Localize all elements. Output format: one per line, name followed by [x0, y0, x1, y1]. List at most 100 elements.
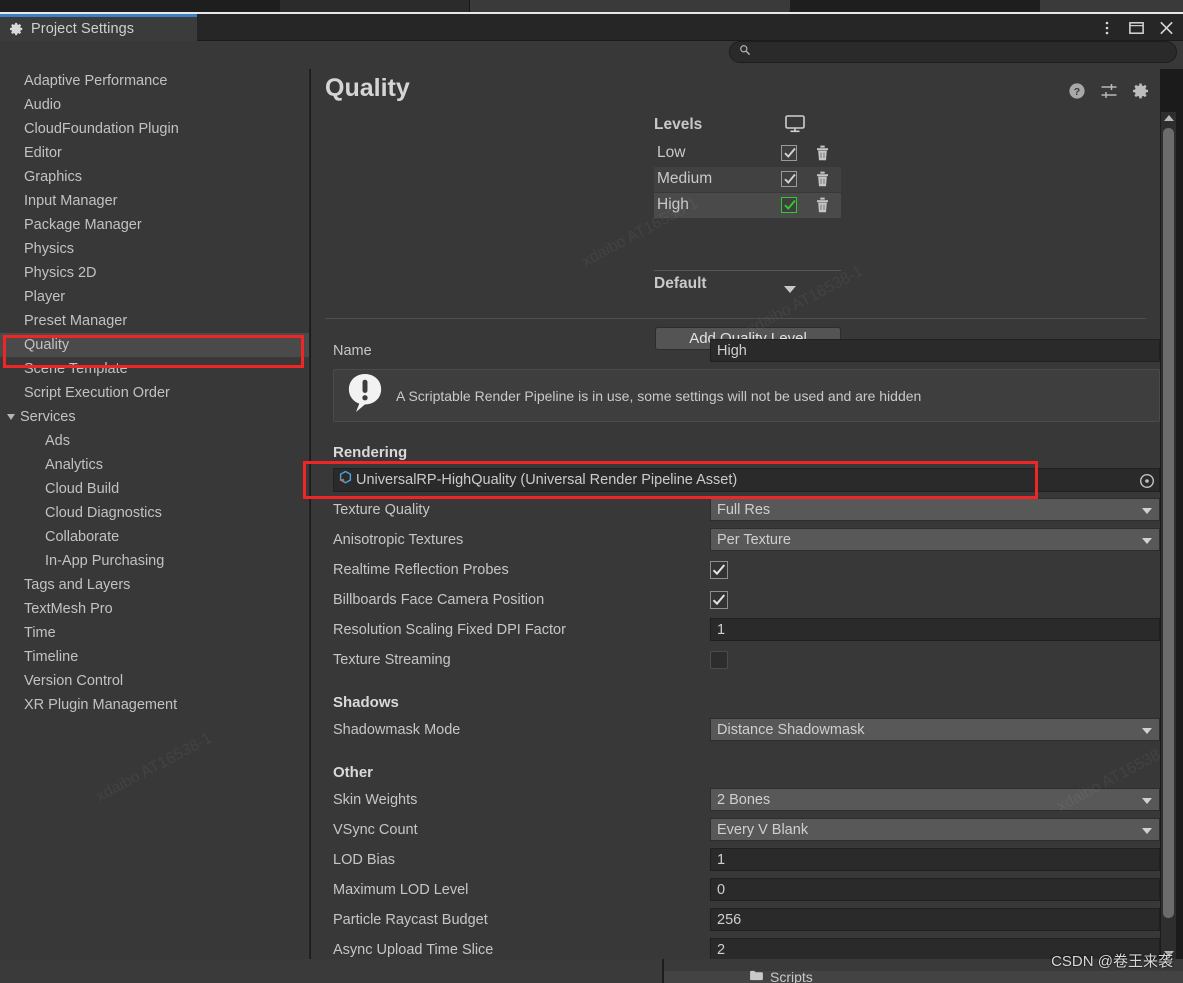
- bottom-left-panel: [0, 959, 663, 983]
- sidebar-item-label: Preset Manager: [24, 313, 128, 329]
- srp-warning-box: A Scriptable Render Pipeline is in use, …: [333, 369, 1160, 422]
- more-options-icon[interactable]: [1098, 19, 1115, 36]
- property-row: Texture Quality Full Res: [311, 498, 1160, 524]
- search-input[interactable]: [751, 45, 1176, 59]
- property-checkbox[interactable]: [710, 651, 728, 669]
- property-checkbox[interactable]: [710, 561, 728, 579]
- name-input[interactable]: High: [710, 339, 1160, 362]
- property-label: LOD Bias: [333, 852, 396, 868]
- section-heading: Other: [333, 764, 374, 781]
- sidebar-item-quality[interactable]: Quality: [0, 333, 309, 357]
- sidebar-item-ads[interactable]: Ads: [0, 429, 309, 453]
- chevron-down-icon[interactable]: [7, 414, 15, 420]
- property-dropdown[interactable]: Every V Blank: [710, 818, 1160, 841]
- object-picker-icon[interactable]: [1138, 472, 1156, 490]
- sidebar-item-physics[interactable]: Physics: [0, 237, 309, 261]
- property-row: Realtime Reflection Probes: [311, 558, 1160, 584]
- sidebar-item-scene-template[interactable]: Scene Template: [0, 357, 309, 381]
- scrollbar-thumb[interactable]: [1163, 128, 1174, 918]
- sidebar-item-textmesh-pro[interactable]: TextMesh Pro: [0, 597, 309, 621]
- sidebar-item-package-manager[interactable]: Package Manager: [0, 213, 309, 237]
- svg-text:?: ?: [1074, 86, 1080, 98]
- trash-icon[interactable]: [814, 196, 831, 214]
- sidebar-item-script-execution-order[interactable]: Script Execution Order: [0, 381, 309, 405]
- quality-level-checkbox[interactable]: [781, 145, 797, 161]
- property-dropdown[interactable]: Per Texture: [710, 528, 1160, 551]
- sidebar-item-graphics[interactable]: Graphics: [0, 165, 309, 189]
- default-level-label: Default: [654, 275, 707, 292]
- property-dropdown[interactable]: Full Res: [710, 498, 1160, 521]
- sidebar-item-physics-2d[interactable]: Physics 2D: [0, 261, 309, 285]
- property-row: Shadowmask Mode Distance Shadowmask: [311, 718, 1160, 744]
- sidebar-item-label: Services: [20, 409, 76, 425]
- sidebar-item-editor[interactable]: Editor: [0, 141, 309, 165]
- settings-sidebar[interactable]: Adaptive Performance Audio CloudFoundation…: [0, 69, 310, 959]
- sidebar-item-timeline[interactable]: Timeline: [0, 645, 309, 669]
- project-folder-row[interactable]: Scripts: [664, 969, 1183, 983]
- property-dropdown[interactable]: 2 Bones: [710, 788, 1160, 811]
- property-input[interactable]: 2: [710, 938, 1160, 959]
- property-input[interactable]: 1: [710, 848, 1160, 871]
- sidebar-item-label: CloudFoundation Plugin: [24, 121, 179, 137]
- quality-level-checkbox[interactable]: [781, 171, 797, 187]
- scroll-down-icon[interactable]: [1164, 951, 1174, 957]
- property-label: Particle Raycast Budget: [333, 912, 488, 928]
- sidebar-item-label: Player: [24, 289, 66, 305]
- sidebar-item-audio[interactable]: Audio: [0, 93, 309, 117]
- property-input[interactable]: 256: [710, 908, 1160, 931]
- property-checkbox[interactable]: [710, 591, 728, 609]
- sidebar-item-xr-plugin-management[interactable]: XR Plugin Management: [0, 693, 309, 717]
- sidebar-item-services[interactable]: Services: [0, 405, 309, 429]
- sidebar-item-version-control[interactable]: Version Control: [0, 669, 309, 693]
- sidebar-item-tags-and-layers[interactable]: Tags and Layers: [0, 573, 309, 597]
- warning-icon: [346, 373, 384, 418]
- asset-field-value: UniversalRP-HighQuality (Universal Rende…: [356, 472, 738, 488]
- sidebar-item-label: Script Execution Order: [24, 385, 170, 401]
- chevron-down-icon[interactable]: [784, 286, 796, 293]
- property-input[interactable]: 0: [710, 878, 1160, 901]
- sidebar-item-label: Quality: [24, 337, 70, 353]
- help-icon[interactable]: ?: [1068, 82, 1086, 100]
- sidebar-item-label: Tags and Layers: [24, 577, 131, 593]
- scroll-up-icon[interactable]: [1164, 115, 1174, 121]
- render-pipeline-asset-field[interactable]: UniversalRP-HighQuality (Universal Rende…: [333, 468, 1160, 492]
- section-heading: Shadows: [333, 694, 399, 711]
- property-input[interactable]: 1: [710, 618, 1160, 641]
- sidebar-item-collaborate[interactable]: Collaborate: [0, 525, 309, 549]
- close-icon[interactable]: [1158, 19, 1175, 36]
- sidebar-item-player[interactable]: Player: [0, 285, 309, 309]
- sidebar-item-cloud-build[interactable]: Cloud Build: [0, 477, 309, 501]
- sidebar-item-time[interactable]: Time: [0, 621, 309, 645]
- search-field[interactable]: [729, 41, 1177, 63]
- quality-level-row[interactable]: Low: [654, 141, 841, 166]
- trash-icon[interactable]: [814, 170, 831, 188]
- gear-icon[interactable]: [1132, 82, 1150, 100]
- sidebar-item-label: Version Control: [24, 673, 124, 689]
- sidebar-item-label: Ads: [45, 433, 70, 449]
- property-row: Maximum LOD Level 0: [311, 878, 1160, 904]
- sidebar-item-cloud-diagnostics[interactable]: Cloud Diagnostics: [0, 501, 309, 525]
- property-row: Texture Streaming: [311, 648, 1160, 674]
- property-label: Resolution Scaling Fixed DPI Factor: [333, 622, 566, 638]
- sidebar-item-in-app-purchasing[interactable]: In-App Purchasing: [0, 549, 309, 573]
- sidebar-item-cloudfoundation-plugin[interactable]: CloudFoundation Plugin: [0, 117, 309, 141]
- maximize-icon[interactable]: [1128, 19, 1145, 36]
- section-divider: [325, 318, 1146, 319]
- sidebar-item-adaptive-performance[interactable]: Adaptive Performance: [0, 69, 309, 93]
- dropdown-value: Distance Shadowmask: [717, 721, 865, 738]
- sidebar-item-label: Audio: [24, 97, 62, 113]
- quality-level-row[interactable]: High: [654, 193, 841, 218]
- sidebar-item-input-manager[interactable]: Input Manager: [0, 189, 309, 213]
- quality-level-checkbox[interactable]: [781, 197, 797, 213]
- trash-icon[interactable]: [814, 144, 831, 162]
- quality-level-row[interactable]: Medium: [654, 167, 841, 192]
- sidebar-item-analytics[interactable]: Analytics: [0, 453, 309, 477]
- preset-icon[interactable]: [1100, 82, 1118, 100]
- property-label: Maximum LOD Level: [333, 882, 469, 898]
- levels-header-label: Levels: [654, 116, 703, 133]
- content-scrollbar[interactable]: [1161, 112, 1176, 960]
- sidebar-item-preset-manager[interactable]: Preset Manager: [0, 309, 309, 333]
- tab-project-settings[interactable]: Project Settings: [0, 14, 197, 41]
- monitor-icon: [784, 114, 806, 139]
- property-dropdown[interactable]: Distance Shadowmask: [710, 718, 1160, 741]
